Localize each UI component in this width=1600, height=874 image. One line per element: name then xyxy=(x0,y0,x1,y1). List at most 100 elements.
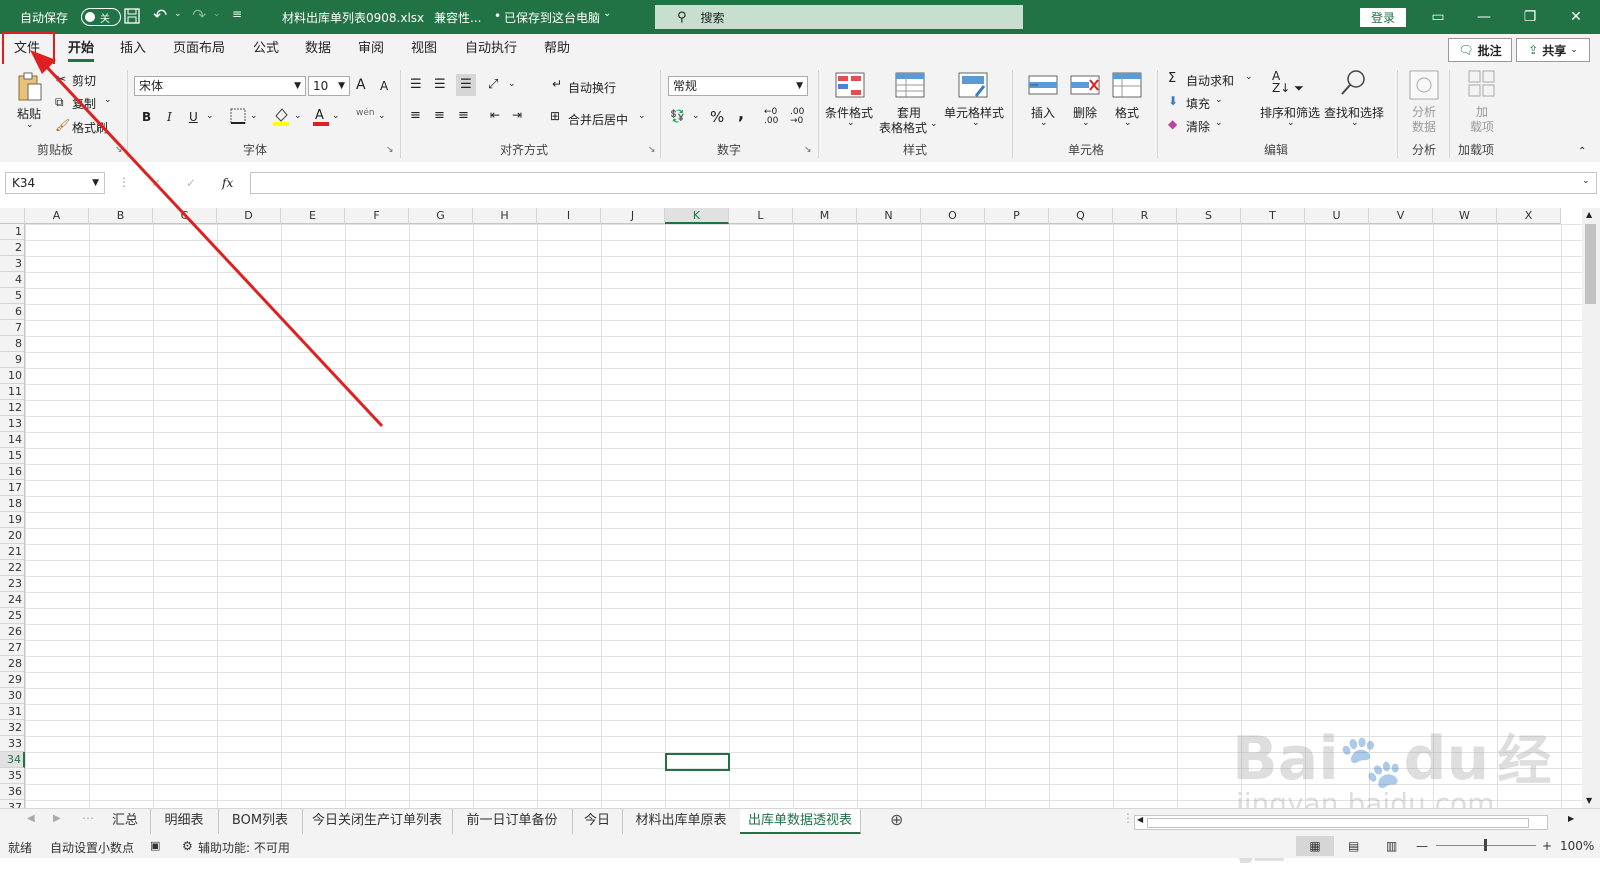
row-header-35[interactable]: 35 xyxy=(0,768,25,784)
column-header-R[interactable]: R xyxy=(1113,208,1177,224)
tab-formulas[interactable]: 公式 xyxy=(253,34,279,64)
underline-button[interactable]: U xyxy=(189,110,198,124)
column-header-I[interactable]: I xyxy=(537,208,601,224)
row-header-6[interactable]: 6 xyxy=(0,304,25,320)
number-format-select[interactable]: 常规 ▼ xyxy=(668,76,808,96)
chevron-down-icon[interactable]: ⌄ xyxy=(603,8,611,19)
analyze-data-label-2[interactable]: 数据 xyxy=(1412,118,1436,135)
sheet-tab[interactable]: 出库单数据透视表 xyxy=(740,809,861,835)
redo-dropdown-icon[interactable]: ⌄ xyxy=(213,9,221,19)
wrap-text-icon[interactable]: ↵ xyxy=(552,77,562,91)
row-header-26[interactable]: 26 xyxy=(0,624,25,640)
row-header-37[interactable]: 37 xyxy=(0,800,25,808)
phonetic-icon[interactable]: wén xyxy=(356,108,375,118)
chevron-down-icon[interactable]: ⌄ xyxy=(508,79,516,89)
row-header-28[interactable]: 28 xyxy=(0,656,25,672)
bold-button[interactable]: B xyxy=(142,110,151,124)
row-header-19[interactable]: 19 xyxy=(0,512,25,528)
insert-cells-icon[interactable] xyxy=(1028,72,1058,101)
column-header-X[interactable]: X xyxy=(1497,208,1561,224)
search-input[interactable]: ⚲ 搜索 xyxy=(655,5,1023,29)
autosum-icon[interactable]: Σ xyxy=(1168,71,1176,86)
expand-formula-icon[interactable]: ⌄ xyxy=(1582,176,1590,186)
tab-review[interactable]: 审阅 xyxy=(358,34,384,64)
zoom-level[interactable]: 100% xyxy=(1560,839,1594,853)
find-icon[interactable] xyxy=(1338,68,1368,101)
comma-button[interactable]: , xyxy=(738,104,744,123)
page-layout-view-icon[interactable]: ▤ xyxy=(1348,839,1359,853)
row-header-23[interactable]: 23 xyxy=(0,576,25,592)
row-header-18[interactable]: 18 xyxy=(0,496,25,512)
more-options-icon[interactable]: ⋮ xyxy=(1122,811,1134,825)
enter-icon[interactable]: ✓ xyxy=(186,176,196,190)
chevron-down-icon[interactable]: ⌄ xyxy=(1082,118,1090,128)
column-header-A[interactable]: A xyxy=(25,208,89,224)
share-button[interactable]: ⇪ 共享 ⌄ xyxy=(1516,38,1590,62)
copy-label[interactable]: 复制 xyxy=(72,95,96,112)
sheet-tab[interactable]: 前一日订单备份 xyxy=(452,809,573,835)
dialog-launcher-icon[interactable]: ↘ xyxy=(648,145,656,155)
chevron-down-icon[interactable]: ⌄ xyxy=(1215,118,1223,128)
merge-center-label[interactable]: 合并后居中 xyxy=(568,111,628,128)
column-header-B[interactable]: B xyxy=(89,208,153,224)
page-break-view-icon[interactable]: ▥ xyxy=(1386,839,1397,853)
chevron-down-icon[interactable]: ⌄ xyxy=(692,111,700,121)
sheet-tab[interactable]: 汇总 xyxy=(100,809,151,835)
autosum-label[interactable]: 自动求和 xyxy=(1186,72,1234,89)
undo-icon[interactable]: ↶ xyxy=(153,6,167,26)
tab-insert[interactable]: 插入 xyxy=(120,34,146,64)
tab-view[interactable]: 视图 xyxy=(411,34,437,64)
percent-button[interactable]: % xyxy=(710,108,724,126)
row-header-10[interactable]: 10 xyxy=(0,368,25,384)
wrap-text-label[interactable]: 自动换行 xyxy=(568,79,616,96)
save-status[interactable]: 已保存到这台电脑 xyxy=(504,9,600,26)
cut-label[interactable]: 剪切 xyxy=(72,72,96,89)
save-icon[interactable] xyxy=(124,8,140,27)
fill-color-icon[interactable] xyxy=(272,106,290,129)
tab-page-layout[interactable]: 页面布局 xyxy=(173,34,225,64)
merge-center-icon[interactable]: ⊞ xyxy=(550,109,560,123)
column-header-E[interactable]: E xyxy=(281,208,345,224)
row-header-36[interactable]: 36 xyxy=(0,784,25,800)
chevron-down-icon[interactable]: ⌄ xyxy=(847,118,855,128)
column-header-P[interactable]: P xyxy=(985,208,1049,224)
sheet-tab[interactable]: 明细表 xyxy=(150,809,219,835)
sheet-tab[interactable]: 今日关闭生产订单列表 xyxy=(302,809,453,835)
chevron-down-icon[interactable]: ⌄ xyxy=(26,120,34,130)
row-header-17[interactable]: 17 xyxy=(0,480,25,496)
chevron-down-icon[interactable]: ⌄ xyxy=(250,111,258,121)
sheet-tab[interactable]: BOM列表 xyxy=(218,809,303,835)
paste-icon[interactable] xyxy=(17,72,43,105)
row-header-21[interactable]: 21 xyxy=(0,544,25,560)
dialog-launcher-icon[interactable]: ↘ xyxy=(386,145,394,155)
eraser-icon[interactable]: ◆ xyxy=(1168,117,1177,131)
row-header-7[interactable]: 7 xyxy=(0,320,25,336)
chevron-down-icon[interactable]: ⌄ xyxy=(294,111,302,121)
chevron-down-icon[interactable]: ⌄ xyxy=(332,111,340,121)
autosave-toggle[interactable]: 关 xyxy=(81,8,121,26)
collapse-ribbon-icon[interactable]: ⌃ xyxy=(1578,146,1586,157)
conditional-format-icon[interactable] xyxy=(835,72,865,101)
undo-dropdown-icon[interactable]: ⌄ xyxy=(174,9,182,19)
status-accessibility[interactable]: 辅助功能: 不可用 xyxy=(198,839,290,856)
font-size-select[interactable]: 10 ▼ xyxy=(308,76,350,96)
sheet-tab[interactable]: 今日 xyxy=(572,809,623,835)
zoom-slider-thumb[interactable] xyxy=(1484,839,1487,851)
column-header-W[interactable]: W xyxy=(1433,208,1497,224)
fill-icon[interactable]: ⬇ xyxy=(1168,94,1178,108)
align-center-icon[interactable]: ≡ xyxy=(434,108,445,123)
italic-button[interactable]: I xyxy=(167,110,172,124)
border-icon[interactable] xyxy=(230,108,246,127)
scroll-up-icon[interactable]: ▲ xyxy=(1586,210,1592,219)
align-top-icon[interactable]: ☰ xyxy=(410,77,422,92)
format-as-table-icon[interactable] xyxy=(895,72,925,101)
cut-icon[interactable]: ✂ xyxy=(56,72,66,86)
decrease-indent-icon[interactable]: ⇤ xyxy=(490,108,500,122)
selected-cell-K34[interactable] xyxy=(665,753,730,771)
next-sheet-icon[interactable]: ▶ xyxy=(53,813,61,824)
chevron-down-icon[interactable]: ⌄ xyxy=(1124,118,1132,128)
column-header-Q[interactable]: Q xyxy=(1049,208,1113,224)
font-color-icon[interactable]: A xyxy=(312,106,330,129)
increase-decimal-icon[interactable]: ←0.00 xyxy=(764,108,778,126)
status-auto-decimal[interactable]: 自动设置小数点 xyxy=(50,839,134,856)
